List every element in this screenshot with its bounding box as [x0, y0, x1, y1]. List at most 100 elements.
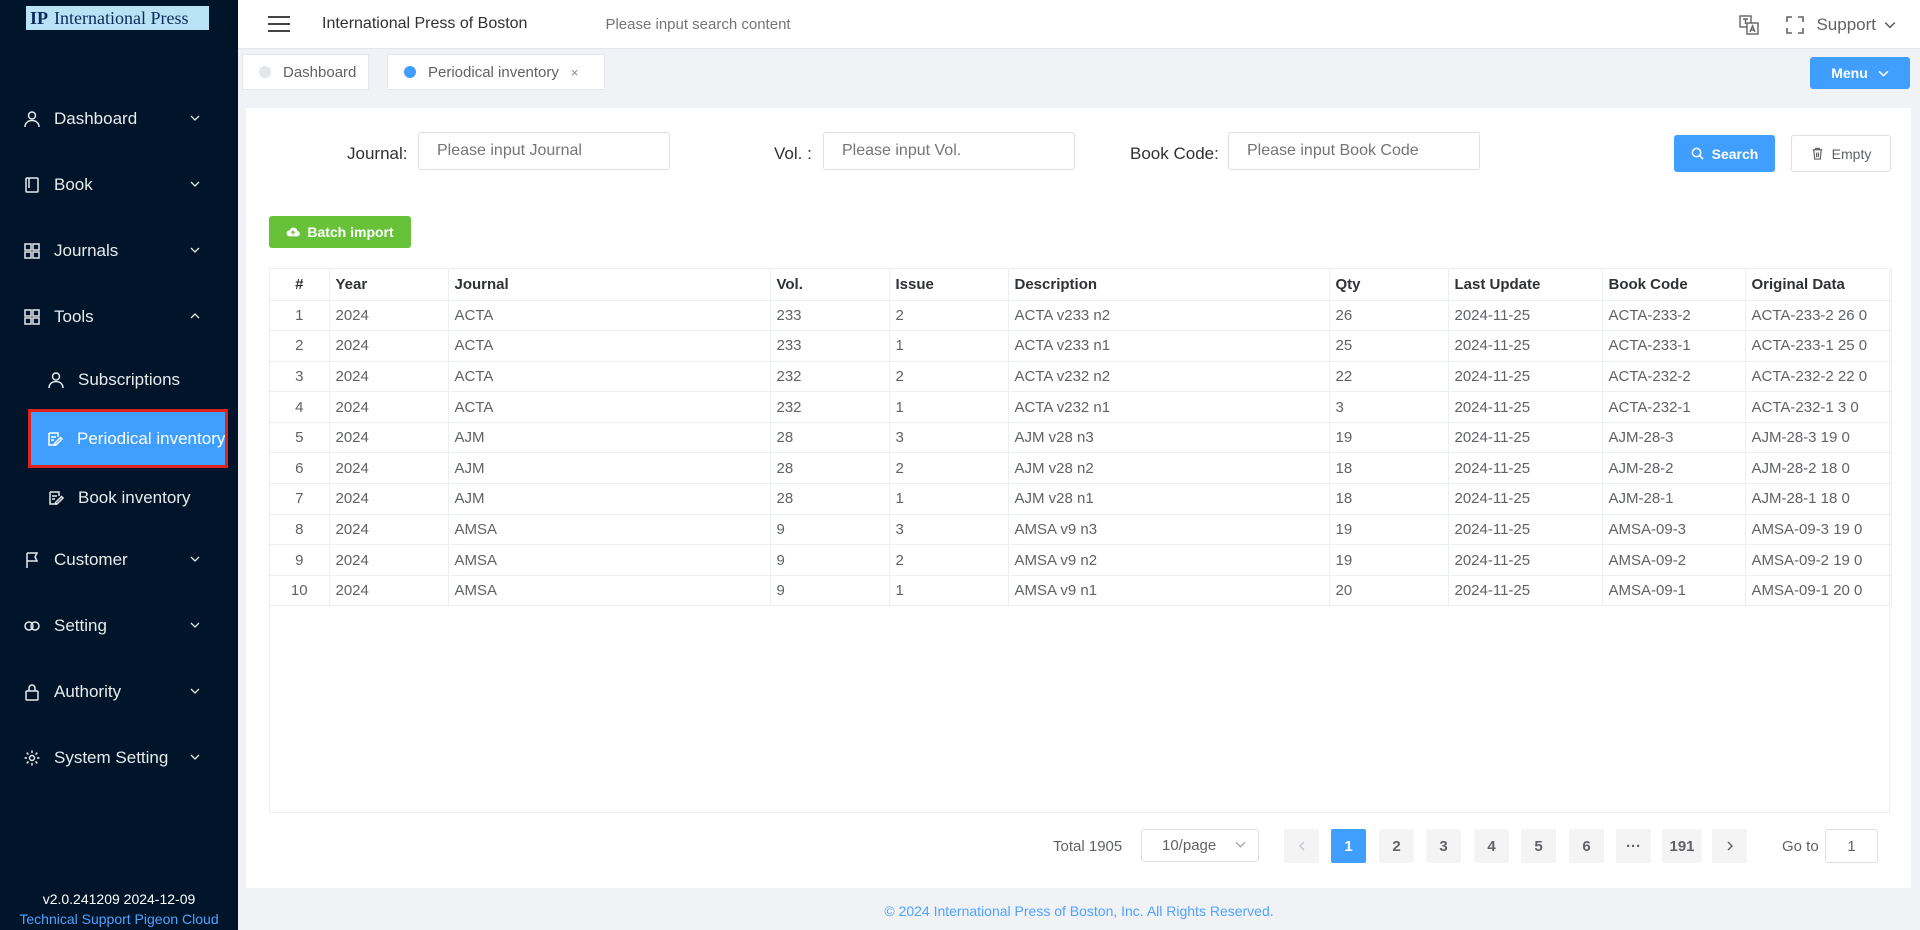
page-button[interactable]: 2 — [1379, 829, 1414, 863]
table-row[interactable]: 5 2024 AJM 28 3 AJM v28 n3 19 2024-11-25 AJM-28-… — [270, 422, 1892, 454]
table-row[interactable]: 9 2024 AMSA 9 2 AMSA v9 n2 19 2024-11-25 AMSA-09… — [270, 544, 1892, 576]
page-size-select[interactable]: 10/page — [1141, 829, 1259, 862]
hamburger-icon[interactable] — [268, 16, 290, 32]
table-cell: AMSA — [448, 575, 771, 607]
empty-button[interactable]: Empty — [1791, 135, 1891, 172]
logo-area: IP International Press — [0, 0, 238, 36]
column-header: Qty — [1329, 269, 1449, 301]
logo[interactable]: IP International Press — [26, 6, 209, 30]
sidebar-item-periodical-inventory[interactable]: Periodical inventory — [28, 409, 228, 468]
table-cell: 2024 — [329, 452, 449, 485]
tab-periodical-inventory[interactable]: Periodical inventory × — [387, 54, 605, 90]
sidebar-item-dashboard[interactable]: Dashboard — [0, 86, 238, 152]
book-code-label: Book Code: — [1130, 144, 1219, 163]
table-cell: 9 — [770, 575, 890, 607]
trash-icon — [1812, 147, 1822, 160]
book-icon — [22, 175, 42, 195]
sidebar-item-journals[interactable]: Journals — [0, 218, 238, 284]
table-row[interactable]: 7 2024 AJM 28 1 AJM v28 n1 18 2024-11-25 AJM-28-… — [270, 483, 1892, 515]
sidebar-item-book-inventory[interactable]: Book inventory — [0, 468, 238, 527]
table-cell: AMSA — [448, 544, 771, 576]
table-cell: 6 — [270, 452, 330, 485]
table-header-row: # Year Journal Vol. Issue Description Qt… — [270, 269, 1892, 301]
sidebar-item-label: System Setting — [54, 748, 169, 767]
page-button[interactable]: 4 — [1474, 829, 1509, 863]
table-row[interactable]: 4 2024 ACTA 232 1 ACTA v232 n1 3 2024-11-25 ACTA… — [270, 391, 1892, 423]
tab-label: Dashboard — [283, 63, 357, 81]
column-header: Journal — [448, 269, 771, 301]
column-header: # — [270, 269, 330, 301]
search-button[interactable]: Search — [1674, 135, 1775, 172]
page-button[interactable]: 5 — [1521, 829, 1556, 863]
chevron-down-icon — [190, 247, 200, 253]
table-row[interactable]: 1 2024 ACTA 233 2 ACTA v233 n2 26 2024-11-25 ACT… — [270, 300, 1892, 332]
chevron-down-icon — [190, 115, 200, 121]
goto-label: Go to — [1782, 838, 1819, 855]
chevron-up-icon — [190, 313, 200, 319]
sidebar-item-authority[interactable]: Authority — [0, 659, 238, 725]
table-cell: 2024 — [329, 483, 449, 515]
table-row[interactable]: 3 2024 ACTA 232 2 ACTA v232 n2 22 2024-11-25 ACT… — [270, 361, 1892, 393]
tab-dashboard[interactable]: Dashboard — [242, 54, 370, 90]
column-header: Book Code — [1602, 269, 1746, 301]
table-cell: 19 — [1329, 422, 1449, 454]
sidebar-item-subscriptions[interactable]: Subscriptions — [0, 350, 238, 409]
user-icon — [46, 370, 66, 390]
sidebar-item-setting[interactable]: Setting — [0, 593, 238, 659]
sidebar-item-book[interactable]: Book — [0, 152, 238, 218]
table-cell: ACTA-233-1 25 0 — [1745, 330, 1892, 362]
fullscreen-icon[interactable] — [1784, 14, 1806, 36]
table-cell: 2024 — [329, 330, 449, 362]
table-cell: 232 — [770, 361, 890, 393]
table-row[interactable]: 8 2024 AMSA 9 3 AMSA v9 n3 19 2024-11-25 AMSA-09… — [270, 514, 1892, 546]
table-cell: 2 — [889, 300, 1009, 332]
grid-icon — [22, 241, 42, 261]
table-cell: ACTA-232-2 — [1602, 361, 1746, 393]
inventory-table: # Year Journal Vol. Issue Description Qt… — [269, 268, 1892, 813]
table-cell: 2024-11-25 — [1448, 391, 1603, 423]
technical-support-link[interactable]: Technical Support Pigeon Cloud — [0, 911, 238, 927]
goto-page-input[interactable] — [1825, 829, 1878, 863]
batch-import-button[interactable]: Batch import — [269, 216, 411, 248]
lock-icon — [22, 682, 42, 702]
table-cell: 3 — [270, 361, 330, 393]
table-cell: 2024-11-25 — [1448, 452, 1603, 485]
menu-button[interactable]: Menu — [1810, 57, 1910, 89]
table-row[interactable]: 10 2024 AMSA 9 1 AMSA v9 n1 20 2024-11-25 AMSA-0… — [270, 575, 1892, 607]
sidebar-item-tools[interactable]: Tools — [0, 284, 238, 350]
flag-icon — [22, 550, 42, 570]
table-row[interactable]: 6 2024 AJM 28 2 AJM v28 n2 18 2024-11-25 AJM-28-… — [270, 452, 1892, 485]
page-button[interactable]: 3 — [1426, 829, 1461, 863]
search-icon — [1691, 147, 1704, 160]
header-search-input[interactable] — [605, 15, 906, 33]
translate-icon[interactable] — [1738, 14, 1760, 36]
sidebar-item-system-setting[interactable]: System Setting — [0, 725, 238, 791]
column-header: Original Data — [1745, 269, 1892, 301]
site-title: International Press of Boston — [322, 15, 528, 32]
chevron-down-icon — [190, 754, 200, 760]
tab-label: Periodical inventory — [428, 63, 559, 81]
support-dropdown[interactable]: Support — [1816, 15, 1896, 35]
edit-icon — [46, 488, 66, 508]
close-icon[interactable]: × — [571, 65, 579, 80]
prev-page-button[interactable] — [1284, 829, 1319, 863]
page-button[interactable]: 191 — [1662, 829, 1702, 863]
table-cell: ACTA — [448, 361, 771, 393]
chevron-down-icon — [1884, 21, 1896, 29]
table-cell: ACTA v233 n2 — [1008, 300, 1330, 332]
page-button[interactable]: 6 — [1569, 829, 1604, 863]
table-cell: 9 — [770, 544, 890, 576]
table-cell: 2 — [270, 330, 330, 362]
more-pages-button[interactable]: ··· — [1616, 829, 1651, 863]
table-row[interactable]: 2 2024 ACTA 233 1 ACTA v233 n1 25 2024-11-25 ACT… — [270, 330, 1892, 362]
menu-button-label: Menu — [1831, 65, 1868, 81]
next-page-button[interactable] — [1712, 829, 1747, 863]
book-code-input[interactable] — [1228, 132, 1480, 170]
sidebar-item-customer[interactable]: Customer — [0, 527, 238, 593]
page-button[interactable]: 1 — [1331, 829, 1366, 863]
table-cell: 1 — [889, 483, 1009, 515]
page-size-value: 10/page — [1162, 837, 1217, 854]
table-cell: 2 — [889, 544, 1009, 576]
journal-input[interactable] — [418, 132, 670, 170]
vol-input[interactable] — [823, 132, 1075, 170]
